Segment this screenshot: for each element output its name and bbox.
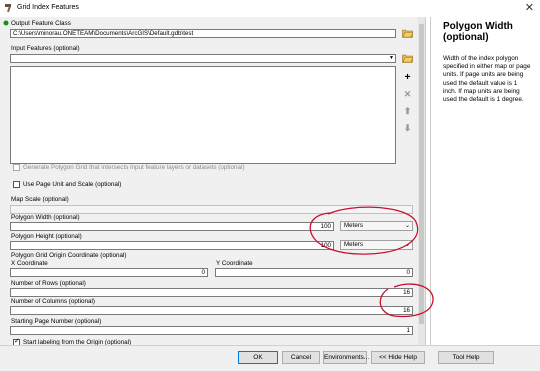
remove-icon[interactable]: ✕ bbox=[402, 89, 413, 100]
number-of-columns-field[interactable]: 16 bbox=[10, 306, 413, 315]
polygon-width-unit-select[interactable]: Meters ⌄ bbox=[340, 221, 413, 231]
cancel-button[interactable]: Cancel bbox=[282, 351, 320, 364]
generate-grid-label: Generate Polygon Grid that intersects in… bbox=[23, 164, 245, 171]
folder-open-icon[interactable] bbox=[402, 53, 413, 63]
chevron-down-icon[interactable]: ▼ bbox=[389, 55, 394, 61]
input-features-list[interactable] bbox=[10, 66, 396, 164]
x-coordinate-field[interactable]: 0 bbox=[10, 268, 208, 277]
environments-button[interactable]: Environments... bbox=[323, 351, 369, 364]
title-bar: Grid Index Features ✕ bbox=[0, 0, 540, 17]
origin-coordinate-label: Polygon Grid Origin Coordinate (optional… bbox=[11, 252, 127, 259]
number-of-rows-label: Number of Rows (optional) bbox=[11, 280, 86, 287]
starting-page-number-field[interactable]: 1 bbox=[10, 326, 413, 335]
scrollbar-thumb[interactable] bbox=[419, 24, 424, 324]
map-scale-field[interactable] bbox=[10, 205, 413, 214]
polygon-height-unit-value: Meters bbox=[344, 241, 363, 248]
number-of-columns-label: Number of Columns (optional) bbox=[11, 298, 95, 305]
number-of-rows-field[interactable]: 16 bbox=[10, 288, 413, 297]
polygon-width-field[interactable]: 100 bbox=[10, 222, 334, 231]
map-scale-label: Map Scale (optional) bbox=[11, 196, 69, 203]
required-dot-icon bbox=[3, 20, 9, 26]
tool-help-button[interactable]: Tool Help bbox=[438, 351, 494, 364]
polygon-height-label: Polygon Height (optional) bbox=[11, 233, 82, 240]
window-title: Grid Index Features bbox=[17, 4, 79, 11]
add-icon[interactable]: + bbox=[402, 72, 413, 83]
output-feature-class-field[interactable]: C:\Users\minorau.ONETEAM\Documents\ArcGI… bbox=[10, 29, 396, 38]
help-panel: Polygon Width (optional) Width of the in… bbox=[430, 17, 540, 345]
polygon-width-unit-value: Meters bbox=[344, 222, 363, 229]
chevron-down-icon: ⌄ bbox=[404, 242, 410, 248]
hide-help-button[interactable]: << Hide Help bbox=[371, 351, 425, 364]
y-coordinate-field[interactable]: 0 bbox=[215, 268, 413, 277]
generate-grid-checkbox[interactable] bbox=[13, 164, 20, 171]
tool-dialog: Grid Index Features ✕ Output Feature Cla… bbox=[0, 0, 540, 371]
hammer-icon bbox=[5, 4, 11, 13]
help-body: Width of the index polygon specified in … bbox=[443, 55, 531, 104]
move-down-icon[interactable]: ⬇ bbox=[402, 123, 413, 134]
close-icon[interactable]: ✕ bbox=[525, 1, 534, 14]
use-page-unit-checkbox[interactable] bbox=[13, 181, 20, 188]
folder-open-icon[interactable] bbox=[402, 28, 413, 38]
y-coordinate-label: Y Coordinate bbox=[216, 260, 253, 267]
input-features-combo[interactable] bbox=[10, 54, 396, 63]
polygon-height-field[interactable]: 100 bbox=[10, 241, 334, 250]
chevron-down-icon: ⌄ bbox=[404, 223, 410, 229]
polygon-width-label: Polygon Width (optional) bbox=[11, 214, 80, 221]
use-page-unit-label: Use Page Unit and Scale (optional) bbox=[23, 181, 122, 188]
polygon-height-unit-select[interactable]: Meters ⌄ bbox=[340, 240, 413, 250]
x-coordinate-label: X Coordinate bbox=[11, 260, 48, 267]
output-feature-class-label: Output Feature Class bbox=[11, 20, 71, 27]
starting-page-number-label: Starting Page Number (optional) bbox=[11, 318, 102, 325]
help-title: Polygon Width (optional) bbox=[443, 21, 513, 43]
input-features-label: Input Features (optional) bbox=[11, 45, 80, 52]
move-up-icon[interactable]: ⬆ bbox=[402, 106, 413, 117]
ok-button[interactable]: OK bbox=[238, 351, 278, 364]
check-icon: ✓ bbox=[14, 338, 20, 345]
